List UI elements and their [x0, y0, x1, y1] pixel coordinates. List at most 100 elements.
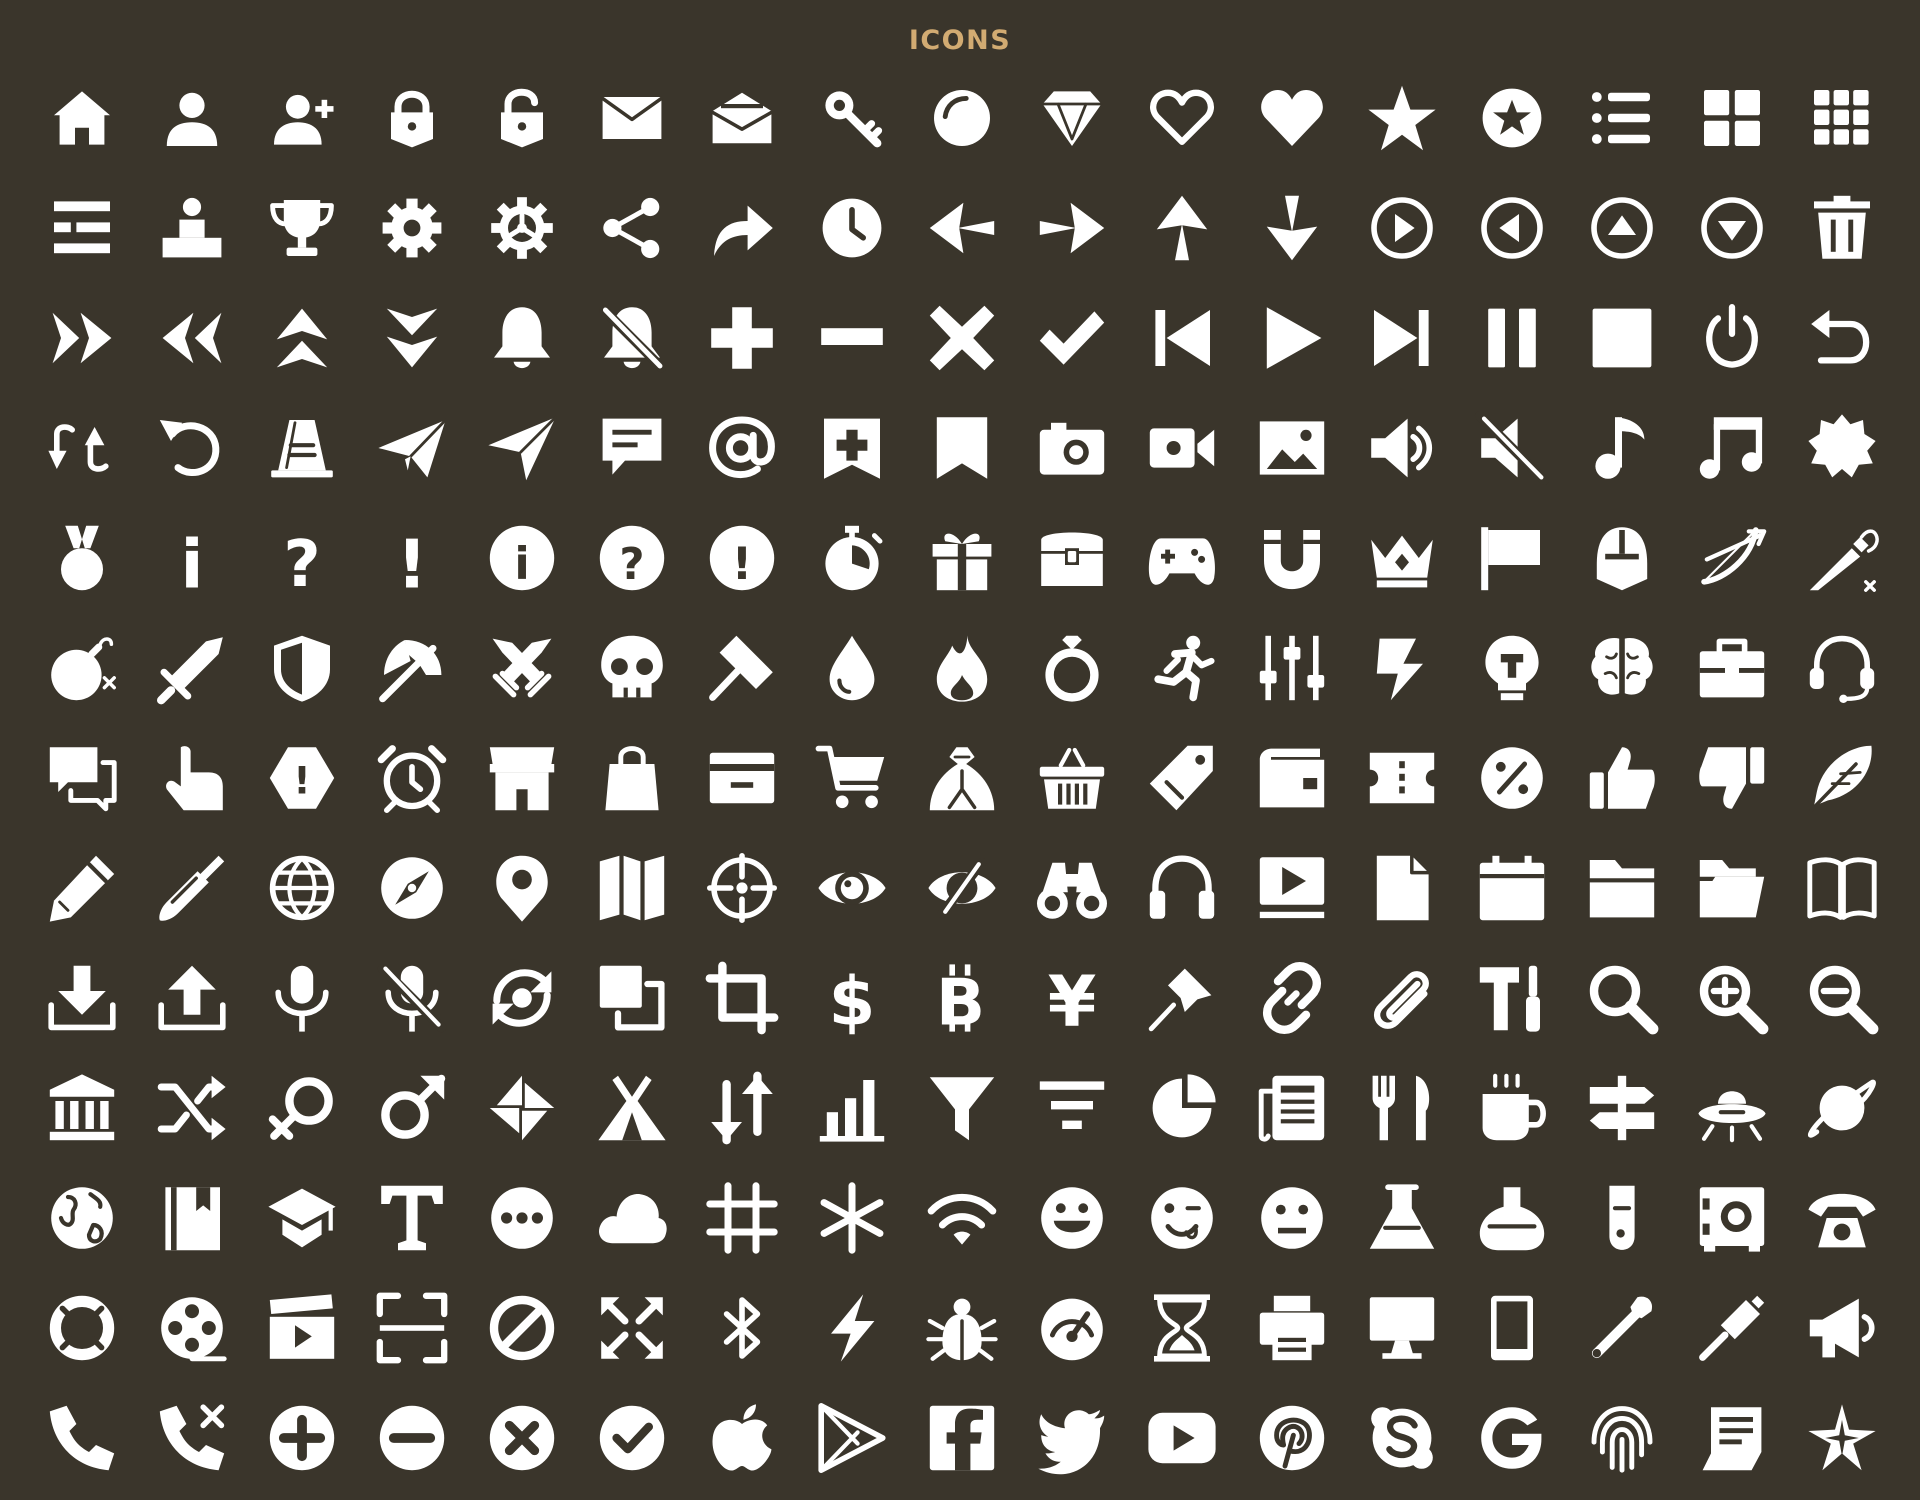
forward-icon — [714, 205, 773, 256]
book-icon — [1787, 833, 1897, 943]
gamepad-icon — [1127, 503, 1237, 613]
folder-icon — [1589, 860, 1655, 918]
badge-icon — [1787, 393, 1897, 503]
play-icon — [1237, 283, 1347, 393]
gamepad-icon — [1148, 538, 1216, 585]
helmet-icon — [1567, 503, 1677, 613]
bell-icon — [467, 283, 577, 393]
headphones-icon — [1127, 833, 1237, 943]
unlock-icon — [501, 88, 543, 148]
flask-icon — [1347, 1163, 1457, 1273]
water-drop-icon — [797, 613, 907, 723]
svg-text:¥: ¥ — [1048, 961, 1097, 1043]
telephone-icon — [1808, 1193, 1876, 1248]
grid-small-icon — [1787, 63, 1897, 173]
refresh-icon — [492, 969, 552, 1027]
user-icon — [137, 63, 247, 173]
shopping-bag-icon — [577, 723, 687, 833]
star-icon — [1368, 85, 1436, 151]
shopping-bag-icon — [605, 746, 659, 811]
eye-icon — [797, 833, 907, 943]
orb-icon — [907, 63, 1017, 173]
bookmark-icon — [907, 393, 1017, 503]
pen-icon — [159, 855, 225, 921]
play-icon — [1266, 307, 1322, 369]
round-flask-icon — [1479, 1187, 1545, 1251]
crossed-swords-icon — [492, 638, 552, 698]
lock-icon — [391, 90, 433, 148]
dollar-icon: $ — [829, 963, 876, 1041]
clapperboard-icon — [269, 1294, 335, 1359]
gear-icon — [357, 173, 467, 283]
paperclip-icon — [1347, 943, 1457, 1053]
double-chevron-up-icon — [247, 283, 357, 393]
heart-outline-icon — [1150, 89, 1214, 145]
film-reel-icon — [137, 1273, 247, 1383]
wallet-icon — [1259, 748, 1325, 808]
stop-icon — [1592, 308, 1652, 368]
file-icon — [1347, 833, 1457, 943]
bitcoin-icon: B — [936, 964, 985, 1041]
basket-icon — [1039, 747, 1105, 809]
map-pin-icon — [496, 855, 548, 922]
podium-user-icon — [162, 197, 222, 258]
minus-icon — [821, 328, 883, 345]
money-bag-icon — [907, 723, 1017, 833]
asterisk-icon — [797, 1163, 907, 1273]
plus-circle-icon — [247, 1383, 357, 1493]
question-icon: ? — [247, 503, 357, 613]
bug-icon — [907, 1273, 1017, 1383]
fullscreen-icon — [376, 1292, 448, 1364]
pinwheel-icon — [467, 1053, 577, 1163]
upload-icon — [137, 943, 247, 1053]
newspaper-icon — [1258, 1075, 1325, 1142]
male-icon — [357, 1053, 467, 1163]
sort-icon — [711, 1071, 773, 1145]
credit-card-icon — [709, 752, 775, 804]
map-icon — [577, 833, 687, 943]
sparkle-icon — [1808, 1404, 1876, 1471]
headphones-icon — [1149, 855, 1215, 919]
fire-icon — [936, 634, 988, 702]
play-store-icon — [797, 1383, 907, 1493]
sword-icon — [157, 637, 223, 705]
arrow-left-icon — [929, 202, 995, 254]
at-icon — [709, 416, 775, 479]
yen-icon: ¥ — [1048, 961, 1097, 1043]
zoom-in-icon — [1699, 965, 1769, 1035]
more-icon — [491, 1187, 553, 1249]
flag-icon — [1457, 503, 1567, 613]
unlock-icon — [467, 63, 577, 173]
twitter-icon — [1017, 1383, 1127, 1493]
fullscreen-icon — [357, 1273, 467, 1383]
shuffle-icon — [157, 1075, 226, 1141]
skip-forward-icon — [1347, 283, 1457, 393]
paper-plane-icon — [378, 418, 447, 478]
pointer-hand-icon — [166, 746, 223, 811]
receipt-icon — [1677, 1383, 1787, 1493]
pinterest-icon — [1259, 1405, 1325, 1471]
mute-icon — [1474, 410, 1550, 486]
sliders-icon — [1237, 613, 1347, 723]
arrow-left-icon — [907, 173, 1017, 283]
volume-icon — [1347, 393, 1457, 503]
test-tube-icon — [1567, 1163, 1677, 1273]
printer-icon — [1259, 1295, 1325, 1361]
shuffle-icon — [137, 1053, 247, 1163]
download-icon — [48, 965, 116, 1031]
helmet-icon — [1596, 527, 1648, 591]
hourglass-icon — [1154, 1294, 1210, 1362]
gear-alt-icon — [491, 197, 553, 259]
minus-circle-icon — [357, 1383, 467, 1493]
image-icon — [1237, 393, 1347, 503]
thumbs-up-icon — [1567, 723, 1677, 833]
treasure-chest-icon — [1017, 503, 1127, 613]
circle-arrow-right-icon — [1347, 173, 1457, 283]
clapperboard-icon — [247, 1273, 357, 1383]
round-flask-icon — [1457, 1163, 1567, 1273]
diamond-icon — [1041, 91, 1103, 146]
chat-bubbles-icon — [49, 747, 117, 812]
bank-icon — [27, 1053, 137, 1163]
flag-icon — [1481, 527, 1540, 591]
circle-arrow-down-icon — [1677, 173, 1787, 283]
